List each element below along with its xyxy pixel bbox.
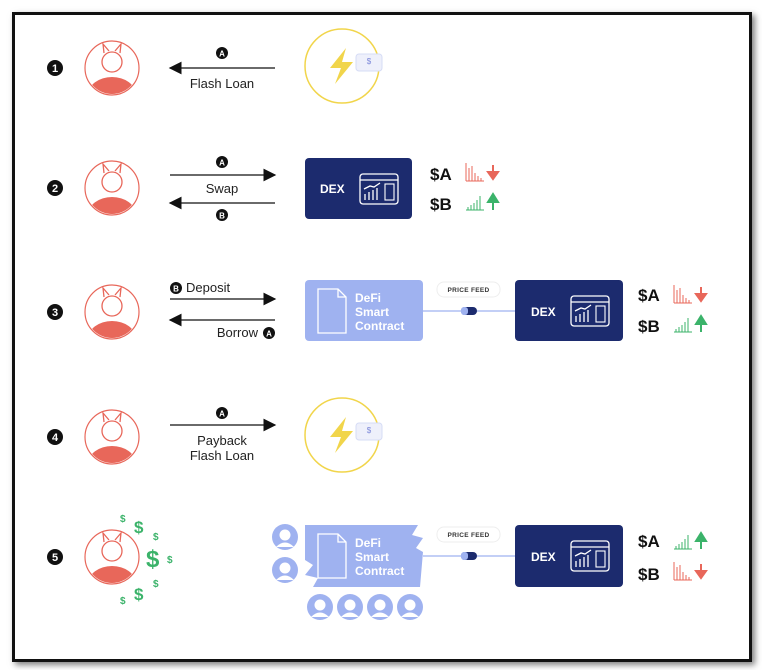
- borrow-label: Borrow: [217, 325, 259, 340]
- step-number: 2: [52, 183, 58, 195]
- price-up-icon: [673, 532, 707, 550]
- ticker-a: $A: [638, 532, 660, 551]
- dex-label: DEX: [531, 305, 556, 319]
- dex-label: DEX: [320, 182, 345, 196]
- flash-loan-label: Flash Loan: [190, 76, 254, 91]
- user-icon: [397, 594, 423, 620]
- payback-label: Flash Loan: [190, 448, 254, 463]
- token-label: A: [266, 330, 272, 339]
- defi-label-line: DeFi: [355, 536, 381, 550]
- flash-loan-lightning-icon: [304, 28, 383, 104]
- dollar-tag: $: [367, 426, 372, 435]
- price-down-icon: [673, 561, 707, 581]
- step-number: 4: [52, 432, 59, 444]
- defi-label-line: DeFi: [355, 291, 381, 305]
- dollar-icon: $: [146, 546, 160, 573]
- ticker-b: $B: [638, 317, 660, 336]
- user-icon: [307, 594, 333, 620]
- dollar-tag: $: [367, 57, 372, 66]
- ticker-b: $B: [638, 565, 660, 584]
- dollar-icon: $: [153, 579, 159, 590]
- flash-loan-attack-diagram: 1 A Flash Loan $ 2 A Swap B DEX $A $B 3 …: [47, 28, 707, 620]
- dex-label: DEX: [531, 550, 556, 564]
- token-label: A: [219, 159, 225, 168]
- dollar-icon: $: [120, 596, 126, 607]
- ticker-a: $A: [430, 165, 452, 184]
- step-number: 5: [52, 552, 58, 564]
- attacker-avatar-icon: [85, 530, 139, 602]
- attacker-avatar-icon: [85, 285, 139, 357]
- defi-label-line: Contract: [355, 564, 404, 578]
- deposit-label: Deposit: [186, 280, 230, 295]
- defi-label-line: Smart: [355, 550, 389, 564]
- token-label: A: [219, 410, 225, 419]
- ticker-b: $B: [430, 195, 452, 214]
- user-icon: [272, 524, 298, 550]
- ticker-a: $A: [638, 286, 660, 305]
- step-3: 3 B Deposit Borrow A DeFi Smart Contract…: [47, 280, 707, 357]
- price-down-icon: [465, 162, 499, 182]
- price-up-icon: [465, 193, 499, 211]
- user-icon: [367, 594, 393, 620]
- step-5: 5 $ $ $ $ $ $ $ $ DeFi Smart Contract PR…: [47, 514, 707, 620]
- price-feed-label: PRICE FEED: [447, 532, 489, 539]
- payback-label: Payback: [197, 433, 247, 448]
- flash-loan-lightning-icon: [304, 397, 383, 473]
- step-1: 1 A Flash Loan $: [47, 28, 383, 113]
- attacker-avatar-icon: [85, 161, 139, 233]
- dollar-icon: $: [134, 518, 144, 537]
- token-label: A: [219, 50, 225, 59]
- step-2: 2 A Swap B DEX $A $B: [47, 156, 499, 233]
- user-icon: [272, 557, 298, 583]
- step-number: 1: [52, 63, 58, 75]
- swap-label: Swap: [206, 181, 239, 196]
- dollar-icon: $: [153, 532, 159, 543]
- price-feed-label: PRICE FEED: [447, 287, 489, 294]
- user-icon: [337, 594, 363, 620]
- token-label: B: [219, 212, 225, 221]
- dollar-icon: $: [120, 514, 126, 525]
- price-up-icon: [673, 315, 707, 333]
- attacker-avatar-icon: [85, 41, 139, 113]
- dollar-icon: $: [167, 555, 173, 566]
- defi-label-line: Contract: [355, 319, 404, 333]
- defi-label-line: Smart: [355, 305, 389, 319]
- dollar-icon: $: [134, 585, 144, 604]
- step-number: 3: [52, 307, 58, 319]
- price-down-icon: [673, 284, 707, 304]
- step-4: 4 A Payback Flash Loan $: [47, 397, 383, 482]
- token-label: B: [173, 285, 179, 294]
- attacker-avatar-icon: [85, 410, 139, 482]
